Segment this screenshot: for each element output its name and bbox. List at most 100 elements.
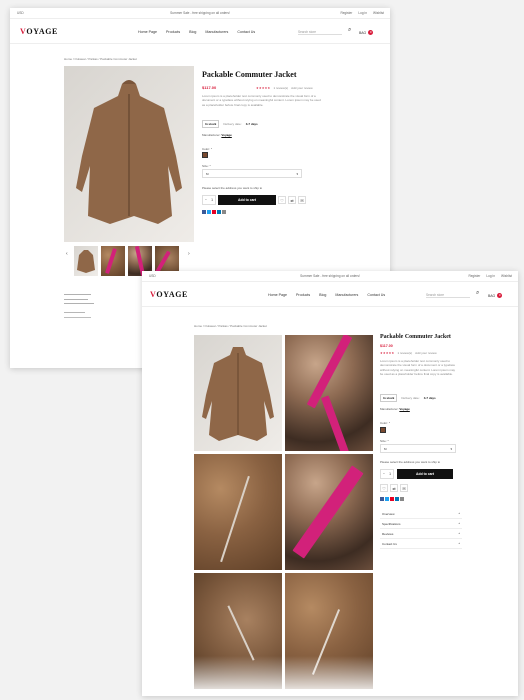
search-icon[interactable]: ⌕ [348,27,351,34]
arrow-right-icon[interactable]: › [188,251,190,257]
product-description: Lorem ipsum is a placeholder text common… [380,359,456,377]
nav-home[interactable]: Home Page [268,293,287,297]
add-to-cart-button[interactable]: Add to cart [218,195,276,205]
nav-contact[interactable]: Contact Us [367,293,385,297]
bag-button[interactable]: BAG 0 [359,30,374,35]
nav-manufacturers[interactable]: Manufacturers [205,30,228,34]
accordion-reviews[interactable]: Reviews + [380,529,462,539]
color-swatch[interactable] [380,427,386,433]
bag-button[interactable]: BAG 0 [488,293,503,298]
product-price: $117.00 [202,85,217,90]
ship-address-prompt[interactable]: Please select the address you want to sh… [202,186,262,190]
plus-icon: + [458,521,460,525]
stock-badge: In stock [380,394,398,402]
accordion-contact[interactable]: Contact Us + [380,539,462,549]
size-label: Size: * [380,439,389,443]
nav-home[interactable]: Home Page [138,30,157,34]
accordion-specifications[interactable]: Specifications + [380,519,462,529]
qty-value[interactable]: 1 [389,472,391,476]
quantity-stepper[interactable]: −1 [380,469,394,479]
top-bar: USD Summer Sale - free shipping on all o… [10,8,390,19]
ship-address-prompt[interactable]: Please select the address you want to sh… [380,460,440,464]
nav-manufacturers[interactable]: Manufacturers [335,293,358,297]
product-main-image[interactable] [64,66,194,242]
stock-badge: In stock [202,120,220,128]
nav-contact[interactable]: Contact Us [237,30,255,34]
qty-value[interactable]: 1 [211,198,213,202]
header: VOYAGE Home Page Products Blog Manufactu… [10,19,390,44]
search-icon[interactable]: ⌕ [476,290,479,297]
add-review-link[interactable]: Add your review [415,351,437,355]
color-swatch[interactable] [202,152,208,158]
compare-icon[interactable]: ⇄ [390,484,398,492]
facebook-icon[interactable] [380,497,384,501]
pinterest-icon[interactable] [212,210,216,214]
qty-decrease[interactable]: − [205,198,207,202]
reviews-link[interactable]: 1 review(s) [273,86,288,90]
bag-count-badge: 0 [497,293,503,298]
register-link[interactable]: Register [340,11,352,15]
product-price: $117.00 [380,344,393,348]
fade-overlay [142,656,518,696]
logo[interactable]: VOYAGE [20,27,58,36]
color-label: Color: * [202,147,213,151]
product-image[interactable] [194,454,282,570]
breadcrumb[interactable]: Home / Outwear / Parkas / Packable Commu… [194,324,267,328]
nav-products[interactable]: Products [296,293,310,297]
reviews-link[interactable]: 1 review(s) [397,351,412,355]
product-image[interactable] [285,335,373,451]
manufacturer: Manufacturer: Voyage [380,407,410,411]
rating-stars: ★★★★★ [256,86,271,90]
thumbnail[interactable] [74,246,98,276]
nav-products[interactable]: Products [166,30,180,34]
twitter-icon[interactable] [385,497,389,501]
heart-icon[interactable]: ♡ [380,484,388,492]
top-bar: USD Summer Sale - free shipping on all o… [142,271,518,282]
email-icon[interactable]: ✉ [298,196,306,204]
availability: In stock Delivery date: 3-7 days [202,120,258,128]
qty-decrease[interactable]: − [383,472,385,476]
email-icon[interactable]: ✉ [400,484,408,492]
heart-icon[interactable]: ♡ [278,196,286,204]
search-input[interactable]: Search store [298,30,342,35]
size-label: Size: * [202,164,211,168]
manufacturer-link[interactable]: Voyage [399,407,409,411]
manufacturer: Manufacturer: Voyage [202,133,232,137]
accordion-overview[interactable]: Overview + [380,509,462,519]
linkedin-icon[interactable] [217,210,221,214]
login-link[interactable]: Log in [358,11,367,15]
login-link[interactable]: Log in [486,274,495,278]
add-review-link[interactable]: Add your review [291,86,313,90]
main-nav: Home Page Products Blog Manufacturers Co… [138,30,255,34]
share-icon[interactable] [222,210,226,214]
product-image[interactable] [194,335,282,451]
twitter-icon[interactable] [207,210,211,214]
facebook-icon[interactable] [202,210,206,214]
add-to-cart-button[interactable]: Add to cart [397,469,453,479]
rating-stars: ★★★★★ [380,351,395,355]
compare-icon[interactable]: ⇄ [288,196,296,204]
quantity-stepper[interactable]: −1 [202,195,216,205]
nav-blog[interactable]: Blog [319,293,326,297]
plus-icon: + [458,541,460,545]
bag-count-badge: 0 [368,30,374,35]
share-icon[interactable] [400,497,404,501]
logo[interactable]: VOYAGE [150,290,188,299]
product-image[interactable] [285,454,373,570]
linkedin-icon[interactable] [395,497,399,501]
arrow-left-icon[interactable]: ‹ [66,251,68,257]
breadcrumb[interactable]: Home / Outwear / Parkas / Packable Commu… [64,57,137,61]
register-link[interactable]: Register [468,274,480,278]
size-select[interactable]: M ▾ [202,169,302,178]
size-select[interactable]: M ▾ [380,444,456,453]
manufacturer-link[interactable]: Voyage [221,133,231,137]
wishlist-link[interactable]: Wishlist [373,11,384,15]
chevron-down-icon: ▾ [296,172,298,176]
search-input[interactable]: Search store [426,293,470,298]
pinterest-icon[interactable] [390,497,394,501]
thumbnail[interactable] [101,246,125,276]
wishlist-link[interactable]: Wishlist [501,274,512,278]
plus-icon: + [458,511,460,515]
nav-blog[interactable]: Blog [189,30,196,34]
rating: ★★★★★ 1 review(s) Add your review [380,351,437,355]
